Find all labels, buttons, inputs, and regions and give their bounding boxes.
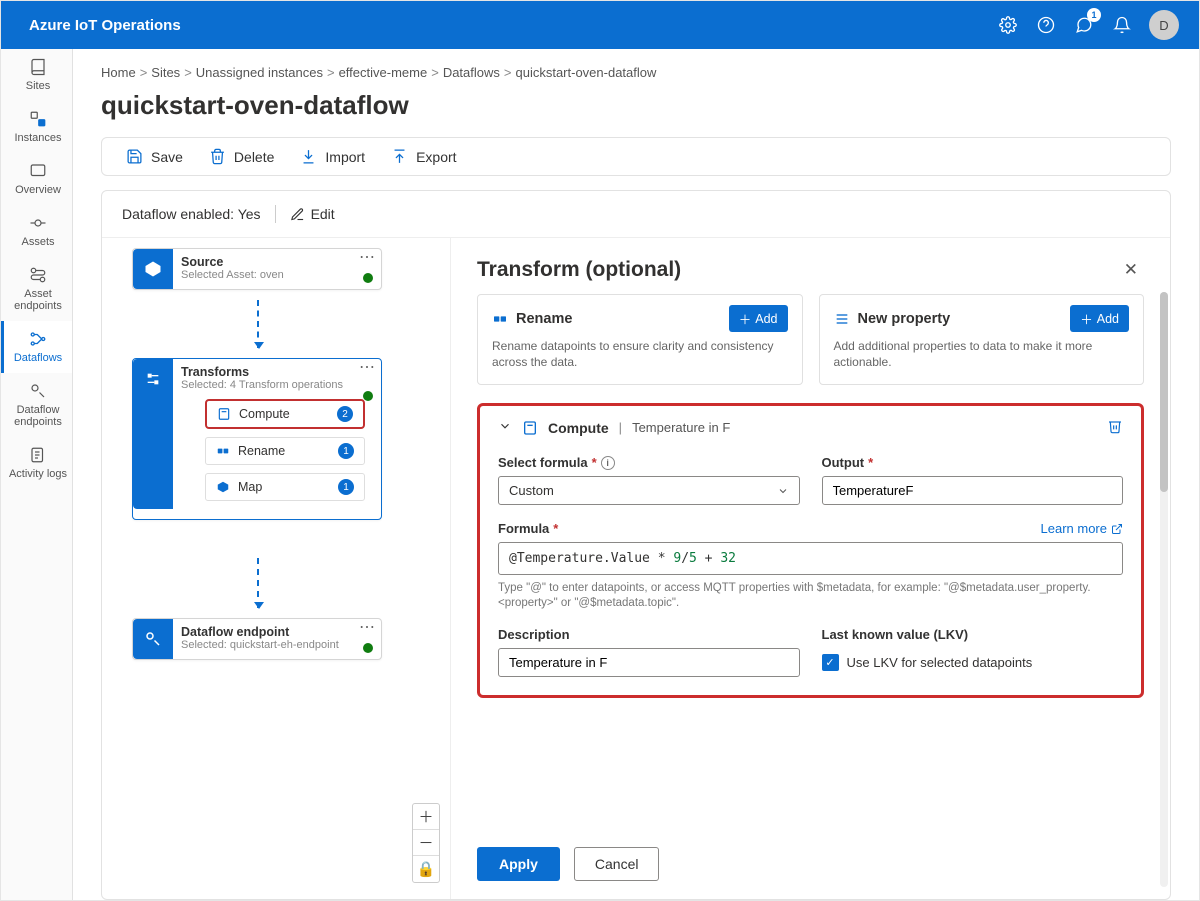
formula-input[interactable]: @Temperature.Value * 9/5 + 32 <box>498 542 1123 575</box>
save-button[interactable]: Save <box>126 148 183 165</box>
formula-select[interactable]: Custom <box>498 476 800 505</box>
newprop-card: New property ＋ Add Add additional proper… <box>819 294 1145 385</box>
collapse-icon[interactable] <box>498 419 512 436</box>
sidebar-item-dataflows[interactable]: Dataflows <box>1 321 72 373</box>
scrollbar-thumb[interactable] <box>1160 292 1168 492</box>
settings-icon[interactable] <box>989 6 1027 44</box>
transform-op-map[interactable]: Map 1 <box>205 473 365 501</box>
panel-title: Transform (optional) <box>477 258 681 282</box>
sidebar-item-label: Asset endpoints <box>4 288 72 312</box>
newprop-add-button[interactable]: ＋ Add <box>1070 305 1129 332</box>
sidebar-item-activity-logs[interactable]: Activity logs <box>1 437 72 489</box>
more-icon[interactable]: ⋯ <box>359 623 375 633</box>
sidebar-item-label: Assets <box>21 236 54 248</box>
graph-node-transforms[interactable]: Transforms Selected: 4 Transform operati… <box>132 358 382 520</box>
zoom-in-button[interactable]: ＋ <box>413 804 439 830</box>
zoom-lock-button[interactable]: 🔒 <box>413 856 439 882</box>
transform-op-compute[interactable]: Compute 2 <box>205 399 365 429</box>
description-input[interactable] <box>498 648 800 677</box>
more-icon[interactable]: ⋯ <box>359 253 375 263</box>
page-title: quickstart-oven-dataflow <box>101 90 1171 121</box>
delete-button[interactable]: Delete <box>209 148 274 165</box>
rename-add-button[interactable]: ＋ Add <box>729 305 788 332</box>
zoom-out-button[interactable]: － <box>413 830 439 856</box>
zoom-controls: ＋ － 🔒 <box>412 803 440 883</box>
sidebar-nav: Sites Instances Overview Assets Asset en… <box>1 49 73 900</box>
graph-node-source[interactable]: Source Selected Asset: oven ⋯ <box>132 248 382 290</box>
sidebar-item-dataflow-endpoints[interactable]: Dataflow endpoints <box>1 373 72 437</box>
breadcrumb-item[interactable]: Dataflows <box>443 65 500 80</box>
sidebar-item-label: Overview <box>15 184 61 196</box>
product-title: Azure IoT Operations <box>29 17 181 34</box>
info-icon[interactable]: i <box>601 456 615 470</box>
breadcrumb-item[interactable]: Sites <box>151 65 180 80</box>
sidebar-item-label: Dataflow endpoints <box>4 404 72 428</box>
notification-badge: 1 <box>1087 8 1101 22</box>
status-ok-icon <box>363 391 373 401</box>
breadcrumb-current: quickstart-oven-dataflow <box>515 65 656 80</box>
delete-compute-icon[interactable] <box>1107 418 1123 437</box>
sidebar-item-label: Dataflows <box>14 352 62 364</box>
learn-more-link[interactable]: Learn more <box>1041 521 1123 536</box>
sidebar-item-asset-endpoints[interactable]: Asset endpoints <box>1 257 72 321</box>
breadcrumb: Home> Sites> Unassigned instances> effec… <box>101 65 1171 80</box>
formula-hint: Type "@" to enter datapoints, or access … <box>498 581 1123 611</box>
avatar[interactable]: D <box>1149 10 1179 40</box>
feedback-icon[interactable]: 1 <box>1065 6 1103 44</box>
graph-node-endpoint[interactable]: Dataflow endpoint Selected: quickstart-e… <box>132 618 382 660</box>
transform-panel: Transform (optional) ✕ Rename ＋ Add <box>450 238 1170 899</box>
apply-button[interactable]: Apply <box>477 847 560 881</box>
dataflow-canvas[interactable]: Source Selected Asset: oven ⋯ <box>102 238 450 899</box>
sidebar-item-label: Instances <box>14 132 61 144</box>
rename-card: Rename ＋ Add Rename datapoints to ensure… <box>477 294 803 385</box>
close-icon[interactable]: ✕ <box>1124 260 1138 280</box>
top-header: Azure IoT Operations 1 D <box>1 1 1199 49</box>
lkv-checkbox[interactable]: ✓ Use LKV for selected datapoints <box>822 654 1124 671</box>
status-bar: Dataflow enabled: Yes Edit <box>102 191 1170 238</box>
sidebar-item-label: Sites <box>26 80 50 92</box>
sidebar-item-overview[interactable]: Overview <box>1 153 72 205</box>
import-button[interactable]: Import <box>300 148 365 165</box>
output-input[interactable] <box>822 476 1124 505</box>
breadcrumb-item[interactable]: Unassigned instances <box>196 65 323 80</box>
transform-op-rename[interactable]: Rename 1 <box>205 437 365 465</box>
edit-button[interactable]: Edit <box>290 206 335 222</box>
sidebar-item-instances[interactable]: Instances <box>1 101 72 153</box>
cancel-button[interactable]: Cancel <box>574 847 660 881</box>
breadcrumb-item[interactable]: Home <box>101 65 136 80</box>
bell-icon[interactable] <box>1103 6 1141 44</box>
sidebar-item-sites[interactable]: Sites <box>1 49 72 101</box>
chevron-down-icon <box>777 485 789 497</box>
status-ok-icon <box>363 273 373 283</box>
status-ok-icon <box>363 643 373 653</box>
command-bar: Save Delete Import Export <box>101 137 1171 176</box>
help-icon[interactable] <box>1027 6 1065 44</box>
more-icon[interactable]: ⋯ <box>359 363 375 373</box>
sidebar-item-label: Activity logs <box>9 468 67 480</box>
compute-form: Compute | Temperature in F Select formul… <box>477 403 1144 698</box>
export-button[interactable]: Export <box>391 148 456 165</box>
sidebar-item-assets[interactable]: Assets <box>1 205 72 257</box>
compute-icon <box>522 420 538 436</box>
breadcrumb-item[interactable]: effective-meme <box>339 65 428 80</box>
